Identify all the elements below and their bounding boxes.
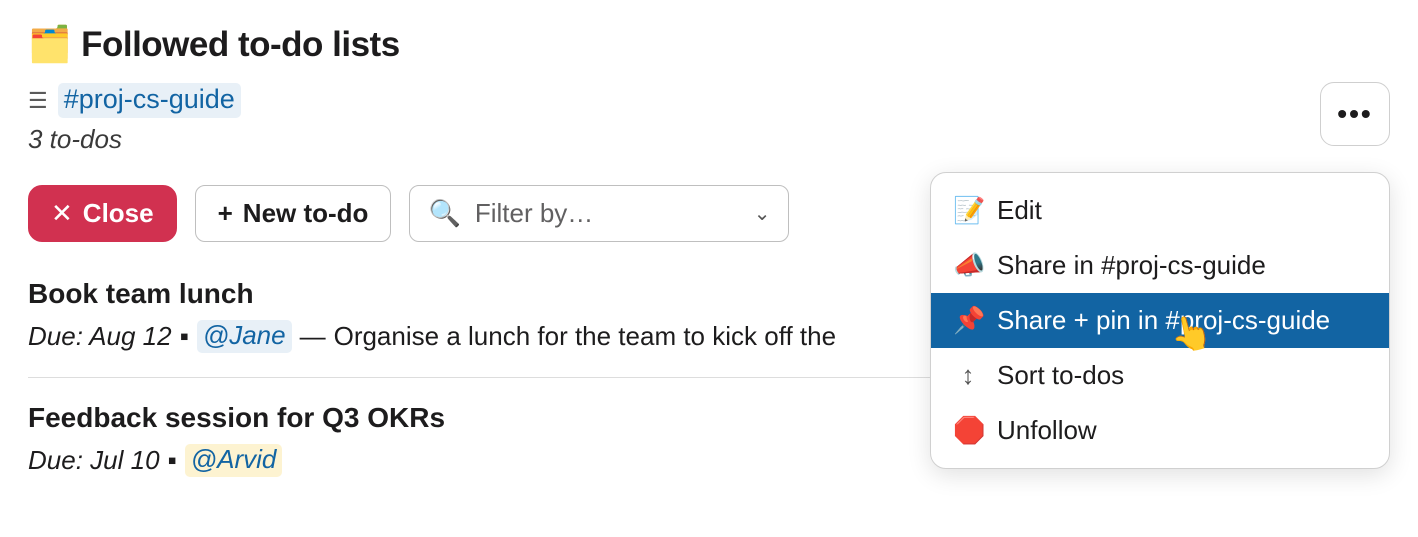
close-button[interactable]: ✕ Close: [28, 185, 177, 242]
new-todo-button[interactable]: + New to-do: [195, 185, 392, 242]
menu-item-label: Share + pin in #proj-cs-guide: [997, 305, 1330, 336]
dash-separator: —: [300, 321, 326, 352]
megaphone-icon: 📣: [953, 250, 983, 281]
bullet-separator: ▪: [168, 445, 177, 476]
todo-description: Organise a lunch for the team to kick of…: [334, 321, 836, 352]
filter-placeholder: Filter by…: [475, 198, 593, 229]
user-mention[interactable]: @Jane: [197, 320, 292, 353]
overflow-menu: 📝 Edit 📣 Share in #proj-cs-guide 📌 Share…: [930, 172, 1390, 469]
menu-item-share-pin[interactable]: 📌 Share + pin in #proj-cs-guide: [931, 293, 1389, 348]
channel-link[interactable]: #proj-cs-guide: [58, 83, 241, 118]
todo-due: Due: Aug 12: [28, 321, 172, 352]
menu-item-unfollow[interactable]: 🛑 Unfollow: [931, 403, 1389, 458]
overflow-menu-button[interactable]: •••: [1320, 82, 1390, 146]
user-mention[interactable]: @Arvid: [185, 444, 283, 477]
todo-due: Due: Jul 10: [28, 445, 160, 476]
pushpin-icon: 📌: [953, 305, 983, 336]
menu-item-share[interactable]: 📣 Share in #proj-cs-guide: [931, 238, 1389, 293]
stop-icon: 🛑: [953, 415, 983, 446]
menu-item-label: Sort to-dos: [997, 360, 1124, 391]
page-title-text: Followed to-do lists: [81, 25, 400, 65]
new-todo-label: New to-do: [243, 198, 369, 229]
menu-item-label: Share in #proj-cs-guide: [997, 250, 1266, 281]
bullet-separator: ▪: [180, 321, 189, 352]
close-button-label: Close: [83, 198, 154, 229]
list-icon[interactable]: ☰: [28, 90, 48, 112]
edit-icon: 📝: [953, 195, 983, 226]
channel-row: ☰ #proj-cs-guide: [28, 83, 1390, 118]
sort-icon: ↕: [953, 360, 983, 391]
menu-item-edit[interactable]: 📝 Edit: [931, 183, 1389, 238]
card-box-icon: 🗂️: [28, 24, 71, 65]
chevron-down-icon: ⌄: [754, 201, 771, 226]
page-title: 🗂️ Followed to-do lists: [28, 24, 1390, 65]
menu-item-label: Edit: [997, 195, 1042, 226]
search-icon: 🔍: [428, 198, 460, 229]
menu-item-sort[interactable]: ↕ Sort to-dos: [931, 348, 1389, 403]
close-icon: ✕: [51, 198, 73, 229]
filter-dropdown[interactable]: 🔍 Filter by… ⌄: [409, 185, 789, 242]
plus-icon: +: [218, 198, 233, 229]
todo-count: 3 to-dos: [28, 124, 1390, 155]
more-icon: •••: [1337, 98, 1372, 130]
menu-item-label: Unfollow: [997, 415, 1097, 446]
